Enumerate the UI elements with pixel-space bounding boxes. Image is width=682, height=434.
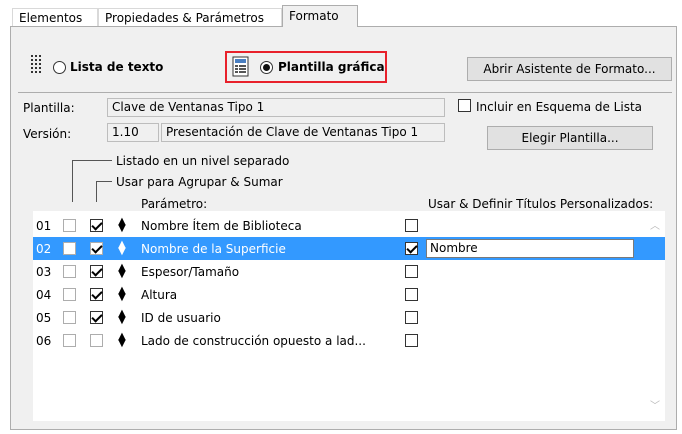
- group-sum-checkbox[interactable]: [90, 334, 103, 347]
- row-number: 06: [36, 334, 52, 348]
- reorder-arrows-icon[interactable]: ▲ ▼: [118, 240, 126, 257]
- reorder-arrows-icon[interactable]: ▲ ▼: [118, 309, 126, 326]
- reorder-arrows-icon[interactable]: ▲ ▼: [118, 332, 126, 349]
- reorder-arrows-icon[interactable]: ▲ ▼: [118, 286, 126, 303]
- header-parameter: Parámetro:: [141, 197, 208, 211]
- group-sum-checkbox[interactable]: [90, 219, 103, 232]
- row-number: 03: [36, 265, 52, 279]
- parameter-name: Espesor/Tamaño: [141, 265, 240, 279]
- text-list-icon: [30, 53, 46, 75]
- header-separate-level: Listado en un nivel separado: [116, 154, 290, 168]
- template-name-field: Clave de Ventanas Tipo 1: [107, 98, 445, 117]
- tab-formato[interactable]: Formato: [282, 5, 358, 27]
- tab-elementos[interactable]: Elementos: [12, 8, 98, 27]
- custom-title-input[interactable]: Nombre: [426, 239, 634, 258]
- separate-level-checkbox[interactable]: [63, 219, 76, 232]
- row-number: 01: [36, 219, 52, 233]
- table-row[interactable]: 06 ▲ ▼ Lado de construcción opuesto a lad…: [33, 329, 665, 352]
- group-sum-checkbox[interactable]: [90, 288, 103, 301]
- reorder-arrows-icon[interactable]: ▲ ▼: [118, 217, 126, 234]
- custom-title-checkbox[interactable]: [405, 288, 418, 301]
- parameter-name: Altura: [141, 288, 178, 302]
- separate-level-checkbox[interactable]: [63, 242, 76, 255]
- custom-title-checkbox[interactable]: [405, 311, 418, 324]
- choose-template-button[interactable]: Elegir Plantilla...: [487, 126, 653, 150]
- reorder-arrows-icon[interactable]: ▲ ▼: [118, 263, 126, 280]
- table-row[interactable]: 01 ▲ ▼ Nombre Ítem de Biblioteca: [33, 214, 665, 237]
- open-format-wizard-button[interactable]: Abrir Asistente de Formato...: [467, 57, 672, 81]
- custom-title-checkbox[interactable]: [405, 219, 418, 232]
- group-sum-checkbox[interactable]: [90, 242, 103, 255]
- row-number: 05: [36, 311, 52, 325]
- separate-level-checkbox[interactable]: [63, 311, 76, 324]
- parameter-name: Nombre Ítem de Biblioteca: [141, 219, 302, 233]
- template-label: Plantilla:: [23, 101, 75, 115]
- group-sum-bracket: [96, 181, 97, 202]
- graphic-template-icon: [231, 56, 251, 78]
- header-custom-titles: Usar & Definir Títulos Personalizados:: [428, 197, 654, 211]
- graphic-template-radio[interactable]: [260, 61, 273, 74]
- table-row[interactable]: 05 ▲ ▼ ID de usuario: [33, 306, 665, 329]
- template-description-field: Presentación de Clave de Ventanas Tipo 1: [161, 123, 445, 142]
- parameter-name: Lado de construcción opuesto a lad...: [141, 334, 366, 348]
- table-row[interactable]: 03 ▲ ▼ Espesor/Tamaño: [33, 260, 665, 283]
- parameter-name: ID de usuario: [141, 311, 221, 325]
- separate-level-bracket: [72, 160, 73, 202]
- text-list-radio[interactable]: [53, 61, 66, 74]
- group-sum-bracket-h: [96, 181, 112, 182]
- graphic-template-label[interactable]: Plantilla gráfica: [278, 60, 385, 74]
- tab-propiedades[interactable]: Propiedades & Parámetros: [98, 8, 282, 27]
- version-field: 1.10: [107, 123, 159, 142]
- table-row[interactable]: 04 ▲ ▼ Altura: [33, 283, 665, 306]
- scroll-down-icon[interactable]: ﹀: [648, 397, 662, 412]
- row-number: 02: [36, 242, 52, 256]
- table-row[interactable]: 02 ▲ ▼ Nombre de la Superficie Nombre: [33, 237, 665, 260]
- custom-title-checkbox[interactable]: [405, 334, 418, 347]
- separate-level-checkbox[interactable]: [63, 334, 76, 347]
- header-group-sum: Usar para Agrupar & Sumar: [116, 175, 283, 189]
- include-in-list-scheme-label[interactable]: Incluir en Esquema de Lista: [476, 100, 642, 114]
- custom-title-checkbox[interactable]: [405, 242, 418, 255]
- row-number: 04: [36, 288, 52, 302]
- include-in-list-scheme-checkbox[interactable]: [458, 99, 471, 112]
- separate-level-checkbox[interactable]: [63, 288, 76, 301]
- custom-title-checkbox[interactable]: [405, 265, 418, 278]
- parameter-name: Nombre de la Superficie: [141, 242, 286, 256]
- parameter-list[interactable]: 01 ▲ ▼ Nombre Ítem de Biblioteca 02 ▲ ▼ No…: [33, 211, 665, 421]
- separator: [18, 92, 672, 93]
- group-sum-checkbox[interactable]: [90, 265, 103, 278]
- group-sum-checkbox[interactable]: [90, 311, 103, 324]
- separate-level-checkbox[interactable]: [63, 265, 76, 278]
- scroll-up-icon[interactable]: ︿: [648, 217, 662, 232]
- separate-level-bracket-h: [72, 160, 112, 161]
- tab-bar: Elementos Propiedades & Parámetros Forma…: [0, 0, 682, 27]
- text-list-label[interactable]: Lista de texto: [70, 60, 163, 74]
- version-label: Versión:: [23, 127, 72, 141]
